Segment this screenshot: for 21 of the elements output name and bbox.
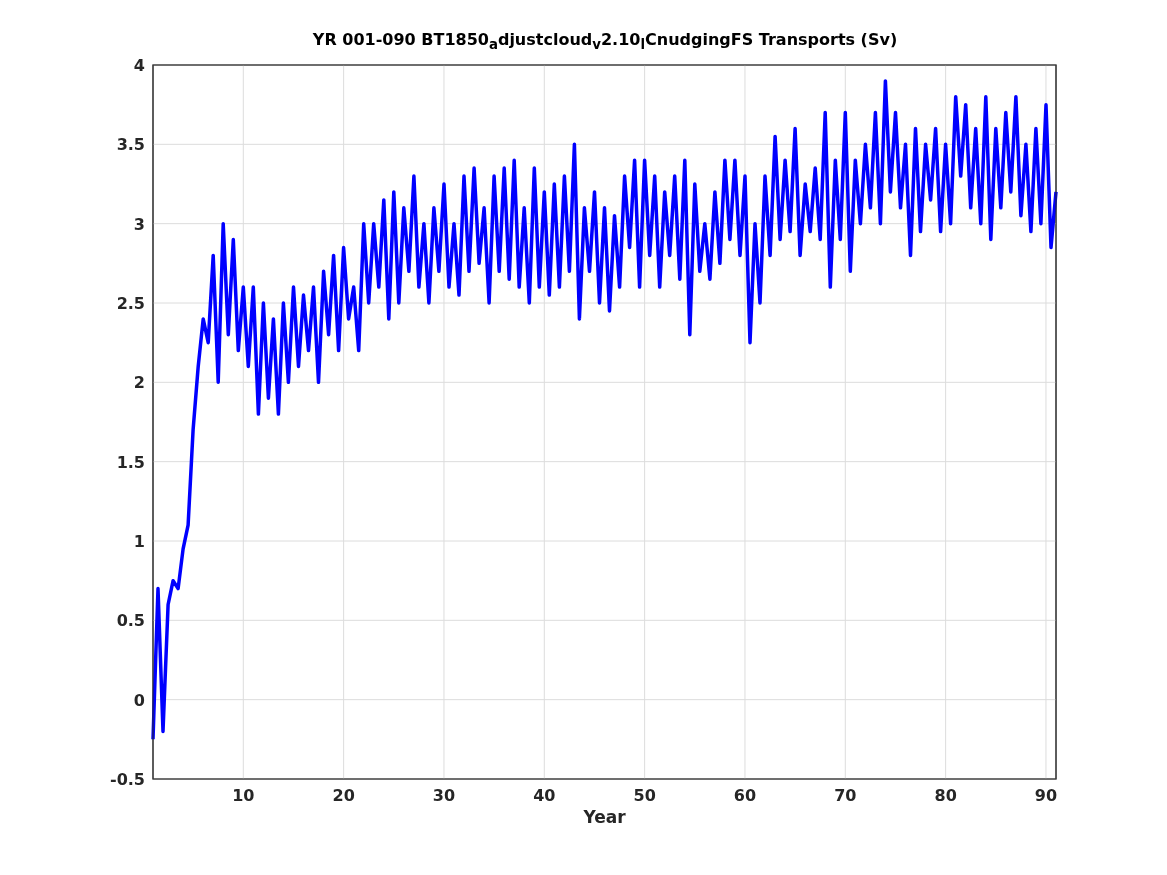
- y-tick-label: 2.5: [116, 294, 145, 313]
- y-tick-label: 0.5: [116, 611, 145, 631]
- y-tick-label: 1: [133, 532, 145, 551]
- x-tick-label: 90: [1034, 786, 1058, 805]
- x-tick-label: 60: [733, 786, 757, 805]
- x-tick-label: 50: [633, 786, 656, 805]
- y-tick-label: 4: [133, 56, 145, 75]
- x-tick-label: 70: [834, 786, 857, 805]
- y-tick-label: 3.5: [116, 135, 145, 155]
- y-tick-label: 0: [133, 690, 145, 710]
- y-tick-label: -0.5: [110, 770, 145, 789]
- x-tick-label: 40: [533, 786, 556, 805]
- x-tick-label: 80: [934, 786, 957, 805]
- y-tick-label: 2: [133, 373, 145, 393]
- x-tick-label: 10: [232, 786, 255, 805]
- x-tick-label: 30: [432, 786, 456, 805]
- x-tick-label: 20: [332, 786, 355, 805]
- x-axis-label: Year: [583, 807, 626, 827]
- y-tick-label: 1.5: [116, 452, 145, 472]
- y-tick-label: 3: [133, 214, 145, 234]
- chart-title: YR 001-090 BT1850$_{a}$djustcloud$_{v}$2.10$_{l}$CnudgingFS Transports (Sv): [312, 30, 898, 49]
